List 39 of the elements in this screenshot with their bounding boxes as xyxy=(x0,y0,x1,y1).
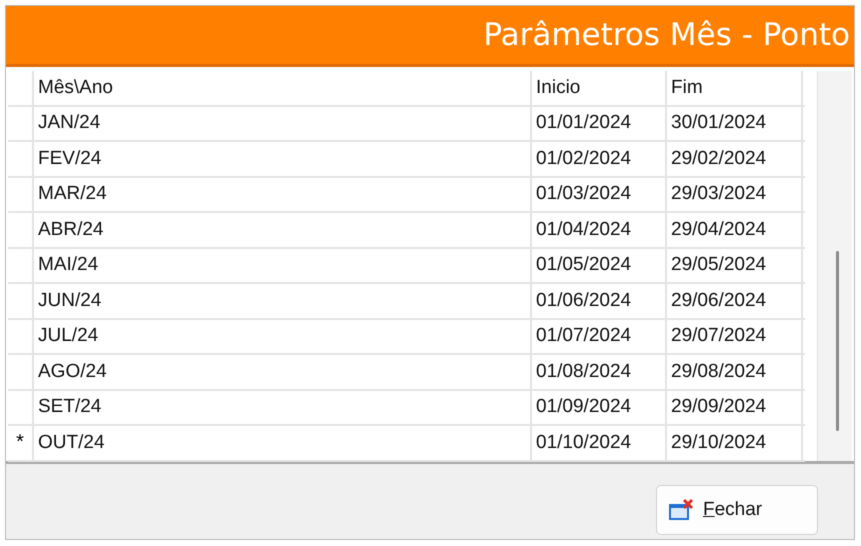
table-cell[interactable]: 29/10/2024 xyxy=(667,426,803,460)
table-cell[interactable]: AGO/24 xyxy=(34,355,532,388)
table-cell[interactable]: 29/07/2024 xyxy=(667,320,803,353)
table-cell[interactable]: JAN/24 xyxy=(34,106,532,140)
table-cell[interactable]: 29/08/2024 xyxy=(667,355,803,388)
table-cell[interactable]: 29/05/2024 xyxy=(667,248,803,282)
table-cell[interactable]: 01/01/2024 xyxy=(532,106,667,140)
table-cell[interactable]: 01/03/2024 xyxy=(532,178,667,211)
table-cell[interactable]: 01/04/2024 xyxy=(532,213,667,246)
table-cell[interactable]: MAR/24 xyxy=(34,178,532,211)
table-cell[interactable]: 01/06/2024 xyxy=(532,284,667,318)
row-indicator: * xyxy=(16,431,24,454)
table-cell[interactable]: 01/09/2024 xyxy=(532,390,667,424)
close-button[interactable]: Fechar xyxy=(656,485,818,535)
table-cell[interactable]: SET/24 xyxy=(34,390,532,424)
table-cell[interactable]: JUN/24 xyxy=(34,284,532,318)
column-header[interactable]: Fim xyxy=(667,71,803,104)
table-cell[interactable]: 01/10/2024 xyxy=(532,426,667,460)
table-cell[interactable]: ABR/24 xyxy=(34,213,532,246)
scrollbar-thumb[interactable] xyxy=(836,251,839,431)
table-cell[interactable]: FEV/24 xyxy=(34,142,532,176)
table-cell[interactable]: MAI/24 xyxy=(34,248,532,282)
table-cell[interactable]: JUL/24 xyxy=(34,320,532,353)
table-cell[interactable]: 01/07/2024 xyxy=(532,320,667,353)
scrollbar[interactable] xyxy=(817,71,852,461)
table-cell[interactable]: 29/02/2024 xyxy=(667,142,803,176)
table-cell[interactable]: 01/05/2024 xyxy=(532,248,667,282)
column-header[interactable]: Inicio xyxy=(532,71,667,104)
window-title: Parâmetros Mês - Ponto xyxy=(483,17,850,53)
table-cell[interactable]: 01/02/2024 xyxy=(532,142,667,176)
table-cell[interactable]: 29/04/2024 xyxy=(667,213,803,246)
table-cell[interactable]: 30/01/2024 xyxy=(667,106,803,140)
table-cell[interactable]: OUT/24 xyxy=(34,426,532,460)
table-cell[interactable]: 29/09/2024 xyxy=(667,390,803,424)
table-cell[interactable]: 29/03/2024 xyxy=(667,178,803,211)
table-cell[interactable]: 01/08/2024 xyxy=(532,355,667,388)
window-close-icon xyxy=(669,499,695,521)
column-header[interactable]: Mês\Ano xyxy=(34,71,532,104)
table-cell[interactable]: 29/06/2024 xyxy=(667,284,803,318)
